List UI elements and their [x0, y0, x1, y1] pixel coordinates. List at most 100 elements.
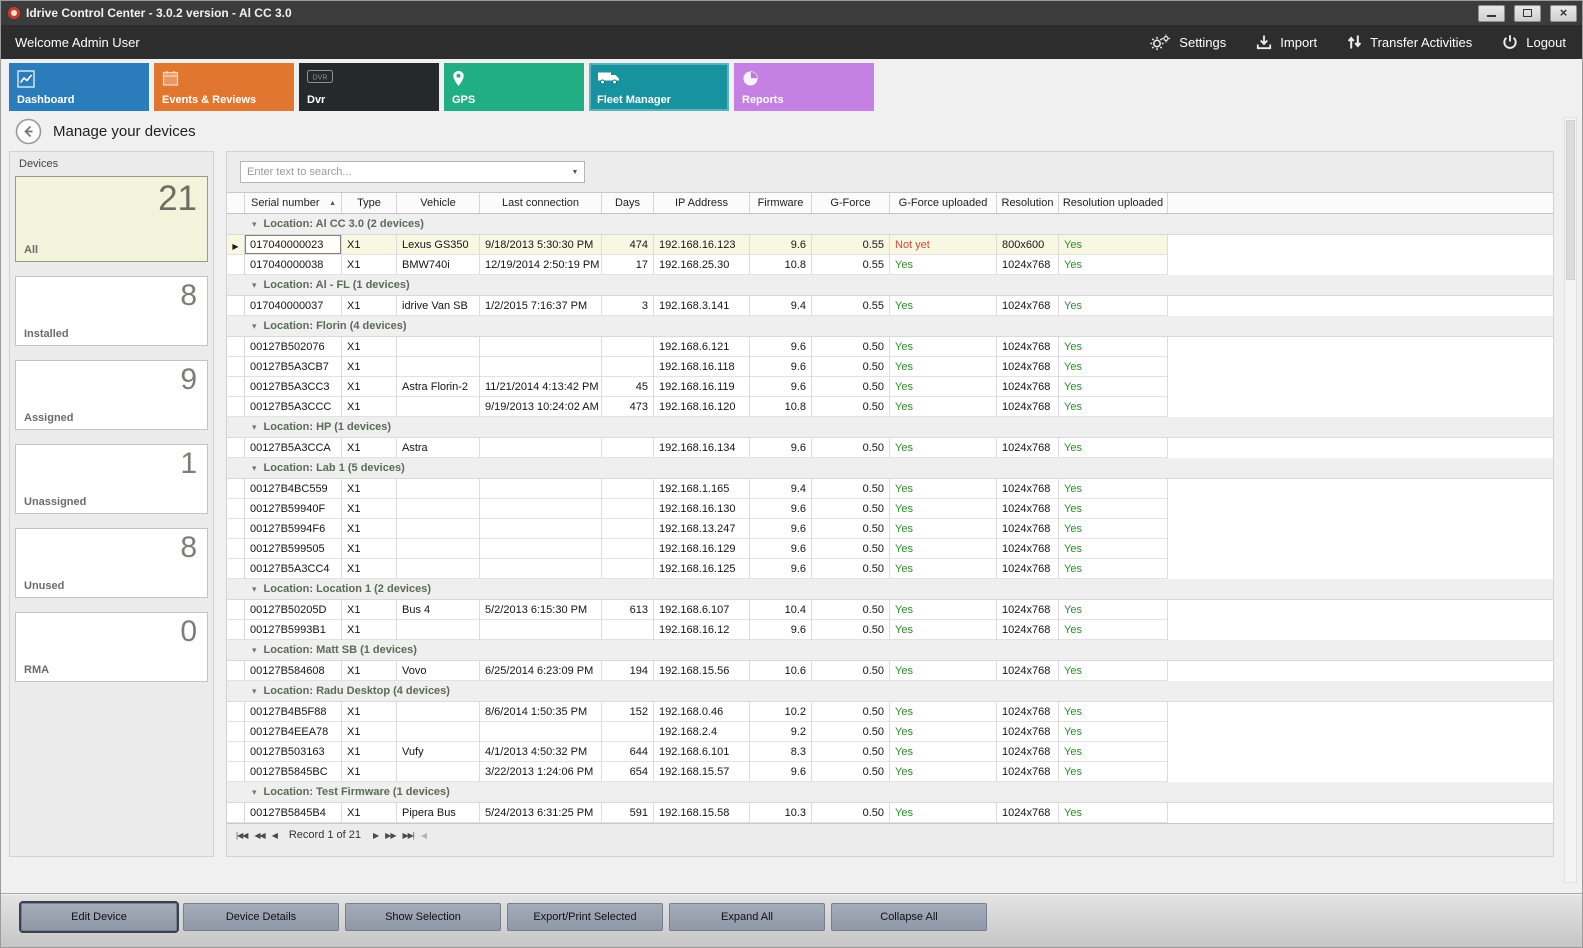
group-row[interactable]: ▾Location: Radu Desktop (4 devices): [227, 681, 1553, 702]
close-button[interactable]: [1550, 5, 1577, 22]
device-row[interactable]: 017040000023X1Lexus GS3509/18/2013 5:30:…: [227, 235, 1553, 255]
scrollbar-thumb[interactable]: [1566, 120, 1575, 280]
column-header-label: IP Address: [675, 197, 728, 209]
card-count: 8: [180, 279, 197, 313]
column-header-ip-address[interactable]: IP Address: [654, 193, 750, 213]
top-toolbar: Welcome Admin User SettingsImportTransfe…: [1, 25, 1582, 59]
collapse-all-button[interactable]: Collapse All: [831, 903, 987, 931]
device-row[interactable]: 00127B5994F6X1192.168.13.2479.60.50Yes10…: [227, 519, 1553, 539]
logout-button[interactable]: Logout: [1502, 34, 1566, 50]
show-selection-button[interactable]: Show Selection: [345, 903, 501, 931]
next-page-button[interactable]: ▶▶: [385, 831, 395, 840]
expand-all-button[interactable]: Expand All: [669, 903, 825, 931]
row-filler: [1168, 722, 1553, 742]
cell: 0.50: [812, 559, 890, 579]
cell: Vovo: [397, 661, 480, 681]
maximize-button[interactable]: [1514, 5, 1541, 22]
device-row[interactable]: 00127B5A3CCAX1Astra192.168.16.1349.60.50…: [227, 438, 1553, 458]
minimize-button[interactable]: [1478, 5, 1505, 22]
row-filler: [1168, 397, 1553, 417]
group-row[interactable]: ▾Location: Location 1 (2 devices): [227, 579, 1553, 600]
row-indicator: [227, 397, 245, 417]
device-row[interactable]: 00127B4B5F88X18/6/2014 1:50:35 PM152192.…: [227, 702, 1553, 722]
row-indicator: [227, 296, 245, 316]
device-row[interactable]: 00127B4BC559X1192.168.1.1659.40.50Yes102…: [227, 479, 1553, 499]
next-record-button[interactable]: ▶: [373, 831, 378, 840]
device-filter-installed[interactable]: 8Installed: [15, 276, 208, 346]
back-button[interactable]: [15, 118, 42, 145]
column-header-last-connection[interactable]: Last connection: [480, 193, 602, 213]
device-row[interactable]: 00127B5845BCX13/22/2013 1:24:06 PM654192…: [227, 762, 1553, 782]
device-row[interactable]: 00127B5A3CC3X1Astra Florin-211/21/2014 4…: [227, 377, 1553, 397]
transfer-activities-button[interactable]: Transfer Activities: [1347, 34, 1472, 50]
dropdown-arrow-icon[interactable]: [566, 162, 584, 182]
cell: Yes: [890, 702, 997, 722]
cell: 9.6: [750, 499, 812, 519]
device-row[interactable]: 00127B5845B4X1Pipera Bus5/24/2013 6:31:2…: [227, 803, 1553, 823]
vertical-scrollbar[interactable]: [1564, 117, 1577, 883]
edit-device-button[interactable]: Edit Device: [21, 903, 177, 931]
last-record-button[interactable]: ▶▶|: [402, 831, 413, 840]
row-indicator: [227, 539, 245, 559]
group-row[interactable]: ▾Location: HP (1 devices): [227, 417, 1553, 438]
device-row[interactable]: 00127B5A3CB7X1192.168.16.1189.60.50Yes10…: [227, 357, 1553, 377]
close-icon: [1560, 4, 1568, 22]
first-record-button[interactable]: |◀◀: [236, 831, 247, 840]
device-filter-all[interactable]: 21All: [15, 176, 208, 262]
tab-dashboard[interactable]: Dashboard: [9, 63, 149, 111]
export-print-selected-button[interactable]: Export/Print Selected: [507, 903, 663, 931]
device-row[interactable]: 00127B5993B1X1192.168.16.129.60.50Yes102…: [227, 620, 1553, 640]
group-row[interactable]: ▾Location: Lab 1 (5 devices): [227, 458, 1553, 479]
cell: 3/22/2013 1:24:06 PM: [480, 762, 602, 782]
device-filter-assigned[interactable]: 9Assigned: [15, 360, 208, 430]
column-header-label: Type: [357, 197, 381, 209]
prev-record-button[interactable]: ◀: [272, 831, 277, 840]
device-row[interactable]: 00127B5A3CCCX19/19/2013 10:24:02 AM47319…: [227, 397, 1553, 417]
group-row[interactable]: ▾Location: Al CC 3.0 (2 devices): [227, 214, 1553, 235]
device-row[interactable]: 00127B59940FX1192.168.16.1309.60.50Yes10…: [227, 499, 1553, 519]
cell: 0.50: [812, 620, 890, 640]
column-header-label: G-Force uploaded: [899, 197, 988, 209]
prev-page-button[interactable]: ◀◀: [254, 831, 264, 840]
column-header-resolution-uploaded[interactable]: Resolution uploaded: [1059, 193, 1168, 213]
column-header-firmware[interactable]: Firmware: [750, 193, 812, 213]
group-row[interactable]: ▾Location: Matt SB (1 devices): [227, 640, 1553, 661]
device-row[interactable]: 00127B503163X1Vufy4/1/2013 4:50:32 PM644…: [227, 742, 1553, 762]
column-header-type[interactable]: Type: [342, 193, 397, 213]
column-header-g-force[interactable]: G-Force: [812, 193, 890, 213]
group-row[interactable]: ▾Location: Test Firmware (1 devices): [227, 782, 1553, 803]
device-row[interactable]: 017040000038X1BMW740i12/19/2014 2:50:19 …: [227, 255, 1553, 275]
device-filter-cards: 21All 8Installed 9Assigned 1Unassigned 8Unus…: [15, 176, 208, 682]
column-header-label: Vehicle: [420, 197, 455, 209]
collapse-icon: ▾: [252, 422, 257, 433]
device-row[interactable]: 017040000037X1idrive Van SB1/2/2015 7:16…: [227, 296, 1553, 316]
column-header-serial-number[interactable]: Serial number▲: [245, 193, 342, 213]
column-header-days[interactable]: Days: [602, 193, 654, 213]
settings-button[interactable]: Settings: [1149, 34, 1226, 51]
tab-reports[interactable]: Reports: [734, 63, 874, 111]
tab-gps[interactable]: GPS: [444, 63, 584, 111]
cell: Yes: [890, 255, 997, 275]
column-header-resolution[interactable]: Resolution: [997, 193, 1059, 213]
device-row[interactable]: 00127B5A3CC4X1192.168.16.1259.60.50Yes10…: [227, 559, 1553, 579]
device-row[interactable]: 00127B502076X1192.168.6.1219.60.50Yes102…: [227, 337, 1553, 357]
device-row[interactable]: 00127B584608X1Vovo6/25/2014 6:23:09 PM19…: [227, 661, 1553, 681]
device-row[interactable]: 00127B4EEA78X1192.168.2.49.20.50Yes1024x…: [227, 722, 1553, 742]
device-filter-unused[interactable]: 8Unused: [15, 528, 208, 598]
devices-grid: Serial number▲ Type Vehicle Last connection…: [227, 192, 1553, 824]
tab-fleet-manager[interactable]: Fleet Manager: [589, 63, 729, 111]
device-filter-rma[interactable]: 0RMA: [15, 612, 208, 682]
import-button[interactable]: Import: [1256, 34, 1317, 50]
cell: 0.50: [812, 397, 890, 417]
tab-events-reviews[interactable]: Events & Reviews: [154, 63, 294, 111]
device-details-button[interactable]: Device Details: [183, 903, 339, 931]
tab-dvr[interactable]: DVRDvr: [299, 63, 439, 111]
column-header-vehicle[interactable]: Vehicle: [397, 193, 480, 213]
group-row[interactable]: ▾Location: Al - FL (1 devices): [227, 275, 1553, 296]
device-row[interactable]: 00127B50205DX1Bus 45/2/2013 6:15:30 PM61…: [227, 600, 1553, 620]
group-row[interactable]: ▾Location: Florin (4 devices): [227, 316, 1553, 337]
device-row[interactable]: 00127B599505X1192.168.16.1299.60.50Yes10…: [227, 539, 1553, 559]
column-header-g-force-uploaded[interactable]: G-Force uploaded: [890, 193, 997, 213]
device-filter-unassigned[interactable]: 1Unassigned: [15, 444, 208, 514]
search-input[interactable]: [241, 166, 566, 178]
